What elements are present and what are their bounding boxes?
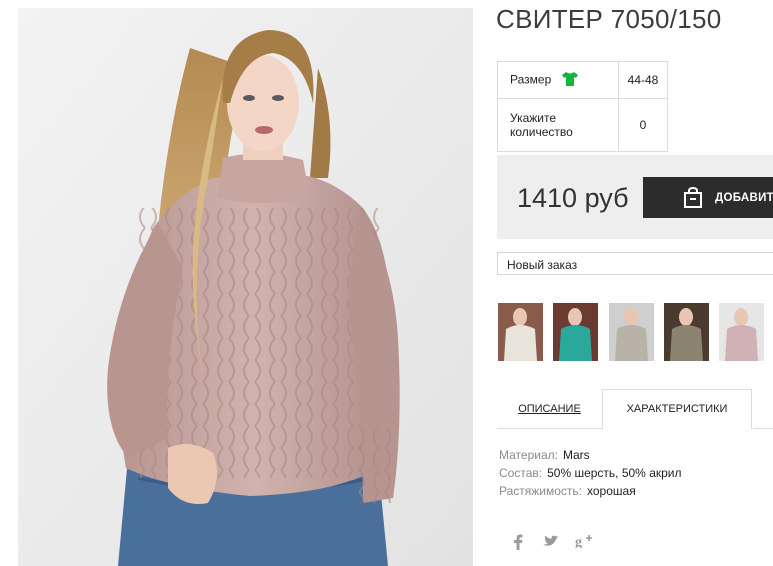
tab-divider-right [753, 428, 773, 429]
product-specs: Материал: Mars Состав: 50% шерсть, 50% акр… [499, 446, 682, 500]
thumb-pink-sweater[interactable] [719, 303, 764, 361]
google-plus-icon[interactable]: g [575, 534, 593, 553]
spec-key: Состав: [499, 466, 543, 480]
spec-row: Материал: Mars [499, 446, 682, 464]
add-to-cart-label: ДОБАВИТЬ [715, 192, 773, 204]
facebook-icon[interactable] [513, 534, 523, 555]
quantity-label: Укажите количество [497, 98, 619, 152]
spec-key: Материал: [499, 448, 558, 462]
size-value[interactable]: 44-48 [618, 61, 668, 99]
shopping-bag-icon [681, 186, 705, 215]
tab-characteristics[interactable]: ХАРАКТЕРИСТИКИ [602, 389, 752, 429]
add-to-cart-button[interactable]: ДОБАВИТЬ [643, 177, 773, 218]
spec-value: 50% шерсть, 50% акрил [547, 466, 682, 480]
spec-key: Растяжимость: [499, 484, 583, 498]
product-price: 1410 руб [517, 183, 629, 213]
price-panel: 1410 руб ДОБАВИТЬ [497, 155, 773, 239]
spec-row: Состав: 50% шерсть, 50% акрил [499, 464, 682, 482]
quantity-value[interactable]: 0 [618, 98, 668, 152]
size-label: Размер [510, 72, 552, 87]
size-chart-icon[interactable] [561, 71, 579, 90]
thumb-olive-sweater[interactable] [664, 303, 709, 361]
product-main-photo[interactable] [18, 8, 473, 566]
thumb-grey-sweater[interactable] [609, 303, 654, 361]
spec-row: Растяжимость: хорошая [499, 482, 682, 500]
size-label-cell: Размер [497, 61, 619, 99]
order-select[interactable]: Новый заказ [497, 252, 773, 275]
thumb-white-sweater[interactable] [498, 303, 543, 361]
svg-text:g: g [575, 535, 582, 548]
spec-value: хорошая [587, 484, 636, 498]
order-select-value: Новый заказ [507, 258, 578, 272]
product-tabs: ОПИСАНИЕ ХАРАКТЕРИСТИКИ [497, 389, 773, 429]
spec-value: Mars [562, 448, 590, 462]
product-title: СВИТЕР 7050/150 [496, 4, 722, 34]
tab-description[interactable]: ОПИСАНИЕ [497, 389, 602, 429]
twitter-icon[interactable] [543, 535, 558, 553]
product-options-table: Размер 44-48 Укажите количество 0 [497, 61, 668, 152]
thumb-teal-sweater[interactable] [553, 303, 598, 361]
